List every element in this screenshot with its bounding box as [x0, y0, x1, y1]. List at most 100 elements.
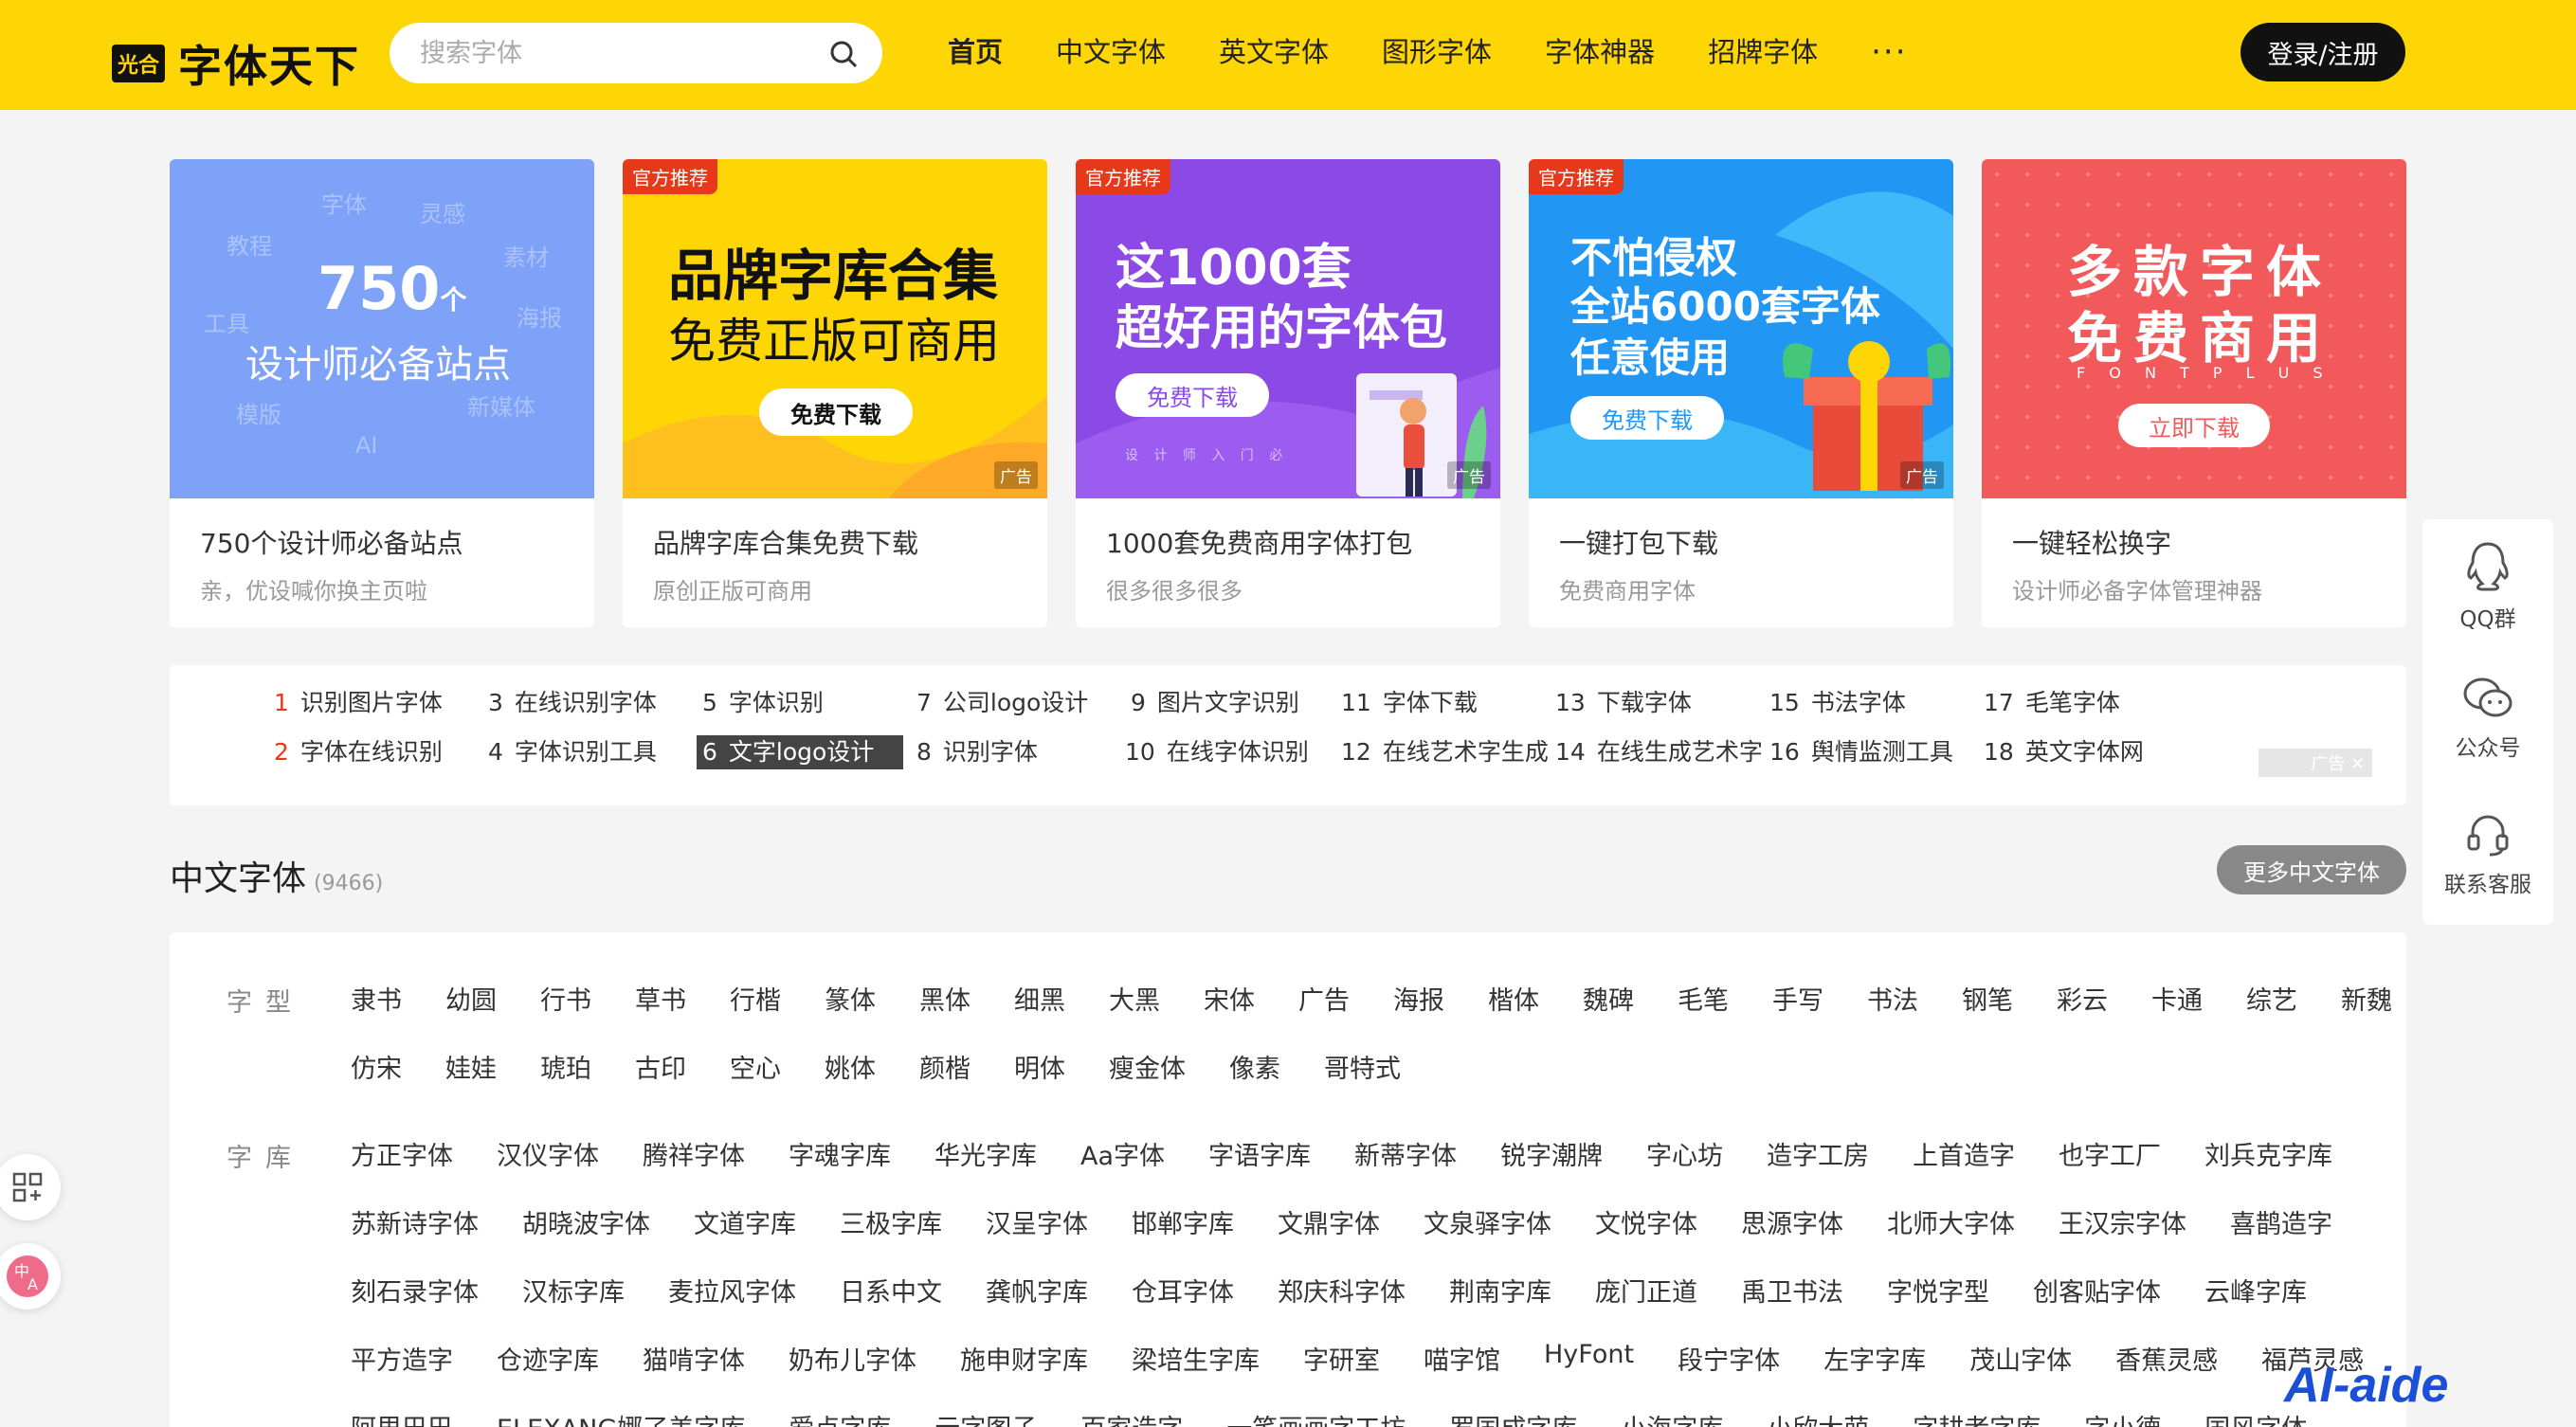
filter-option[interactable]: 苏新诗字体 — [351, 1203, 479, 1240]
filter-option[interactable]: 龚帆字库 — [986, 1272, 1088, 1309]
banner-download-button[interactable]: 免费下载 — [1570, 396, 1724, 440]
filter-option[interactable]: 上首造字 — [1913, 1135, 2015, 1172]
filter-option[interactable]: 罗国成字库 — [1449, 1408, 1577, 1427]
card-brand-fonts[interactable]: 官方推荐 品牌字库合集 免费正版可商用 免费下载 广告 品牌字库合集免费下载 原… — [623, 159, 1047, 627]
nav-graphic-fonts[interactable]: 图形字体 — [1382, 34, 1492, 70]
filter-option[interactable]: 毛笔 — [1678, 980, 1729, 1017]
filter-option[interactable]: 云峰字库 — [2204, 1272, 2307, 1309]
filter-option[interactable]: 字悦字型 — [1887, 1272, 1989, 1309]
filter-option[interactable]: 庞门正道 — [1595, 1272, 1697, 1309]
filter-option[interactable]: 阿里巴巴 — [351, 1408, 453, 1427]
hot-link[interactable]: 3 在线识别字体 — [488, 686, 657, 720]
filter-option[interactable]: 麦拉风字体 — [668, 1272, 796, 1309]
filter-option[interactable]: 书法 — [1867, 980, 1918, 1017]
filter-option[interactable]: 平方造字 — [351, 1340, 453, 1377]
filter-option[interactable]: 创客贴字体 — [2033, 1272, 2161, 1309]
filter-option[interactable]: 新蒂字体 — [1354, 1135, 1457, 1172]
card-package-download[interactable]: 官方推荐 不怕侵权 全站6000套字体 任意使用 免费下载 广告 一键打包下载 … — [1529, 159, 1953, 627]
filter-option[interactable]: 左字字库 — [1823, 1340, 1926, 1377]
filter-option[interactable]: 魏碑 — [1583, 980, 1634, 1017]
filter-option[interactable]: 字语字库 — [1208, 1135, 1311, 1172]
filter-option[interactable]: 空心 — [730, 1048, 781, 1085]
sidebar-qq-group[interactable]: QQ群 — [2422, 540, 2553, 633]
filter-option[interactable]: 禹卫书法 — [1741, 1272, 1843, 1309]
filter-option[interactable]: 篆体 — [825, 980, 876, 1017]
filter-option[interactable]: 彩云 — [2057, 980, 2108, 1017]
nav-home[interactable]: 首页 — [948, 34, 1003, 70]
banner-download-button[interactable]: 免费下载 — [759, 388, 913, 436]
filter-option[interactable]: 香蕉灵感 — [2115, 1340, 2218, 1377]
filter-option[interactable]: 刘兵克字库 — [2204, 1135, 2332, 1172]
filter-option[interactable]: 新魏 — [2341, 980, 2392, 1017]
card-1000-fonts[interactable]: 官方推荐 这1000套 超好用的字体包 免费下载 设 计 师 入 门 必 广告 … — [1076, 159, 1500, 627]
filter-option[interactable]: 茂山字体 — [1969, 1340, 2072, 1377]
filter-option[interactable]: 字研室 — [1303, 1340, 1380, 1377]
filter-option[interactable]: 像素 — [1229, 1048, 1280, 1085]
nav-more-icon[interactable]: ··· — [1871, 34, 1907, 70]
filter-option[interactable]: 颜楷 — [919, 1048, 971, 1085]
ad-close-button[interactable]: 广告 ✕ — [2259, 749, 2372, 777]
sidebar-wechat[interactable]: 公众号 — [2422, 675, 2553, 762]
filter-option[interactable]: 明体 — [1014, 1048, 1065, 1085]
filter-option[interactable]: 汉标字库 — [522, 1272, 625, 1309]
filter-option[interactable]: 行楷 — [730, 980, 781, 1017]
filter-option[interactable]: 思源字体 — [1741, 1203, 1843, 1240]
hot-link[interactable]: 2 字体在线识别 — [274, 735, 443, 769]
filter-option[interactable]: 仿宋 — [351, 1048, 402, 1085]
hot-link[interactable]: 13 下载字体 — [1555, 686, 1692, 720]
filter-option[interactable]: 梁培生字库 — [1132, 1340, 1260, 1377]
translate-button[interactable]: 中A — [0, 1243, 61, 1310]
filter-option[interactable]: 一笔画画字工坊 — [1226, 1408, 1406, 1427]
filter-option[interactable]: 日系中文 — [840, 1272, 942, 1309]
filter-option[interactable]: Aa字体 — [1080, 1135, 1165, 1172]
hot-link[interactable]: 17 毛笔字体 — [1984, 686, 2120, 720]
hot-link[interactable]: 14 在线生成艺术字 — [1555, 735, 1763, 769]
filter-option[interactable]: 隶书 — [351, 980, 402, 1017]
card-font-plus[interactable]: 多款字体 免费商用 F O N T P L U S 立即下载 一键轻松换字 设计… — [1982, 159, 2406, 627]
filter-option[interactable]: 字小德 — [2084, 1408, 2161, 1427]
hot-link[interactable]: 18 英文字体网 — [1984, 735, 2144, 769]
hot-link[interactable]: 1 识别图片字体 — [274, 686, 443, 720]
filter-option[interactable]: 王汉宗字体 — [2059, 1203, 2186, 1240]
filter-option[interactable]: 楷体 — [1488, 980, 1539, 1017]
filter-option[interactable]: 广告 — [1298, 980, 1350, 1017]
hot-link[interactable]: 4 字体识别工具 — [488, 735, 657, 769]
filter-option[interactable]: 造字工房 — [1767, 1135, 1869, 1172]
card-title[interactable]: 一键轻松换字 — [2012, 523, 2171, 561]
filter-option[interactable]: 胡晓波字体 — [522, 1203, 650, 1240]
filter-option[interactable]: HyFont — [1544, 1340, 1634, 1369]
filter-option[interactable]: 文悦字体 — [1595, 1203, 1697, 1240]
filter-option[interactable]: 北师大字体 — [1887, 1203, 2015, 1240]
filter-option[interactable]: 字心坊 — [1646, 1135, 1723, 1172]
filter-option[interactable]: 方正字体 — [351, 1135, 453, 1172]
search-icon[interactable] — [825, 36, 862, 72]
filter-option[interactable]: 刻石录字体 — [351, 1272, 479, 1309]
hot-link-selected[interactable]: 6 文字logo设计 — [697, 735, 903, 769]
filter-option[interactable]: 喜鹊造字 — [2230, 1203, 2332, 1240]
more-chinese-fonts-button[interactable]: 更多中文字体 — [2217, 845, 2406, 894]
card-title[interactable]: 品牌字库合集免费下载 — [653, 523, 918, 561]
filter-option[interactable]: 姚体 — [825, 1048, 876, 1085]
filter-option[interactable]: 猫啃字体 — [643, 1340, 745, 1377]
filter-option[interactable]: 草书 — [635, 980, 686, 1017]
hot-link[interactable]: 8 识别字体 — [916, 735, 1038, 769]
sidebar-customer-service[interactable]: 联系客服 — [2422, 809, 2553, 898]
filter-option[interactable]: 琥珀 — [540, 1048, 591, 1085]
filter-option[interactable]: 行书 — [540, 980, 591, 1017]
filter-option[interactable]: 仓耳字体 — [1132, 1272, 1234, 1309]
nav-sign-fonts[interactable]: 招牌字体 — [1708, 34, 1818, 70]
filter-option[interactable]: 细黑 — [1014, 980, 1065, 1017]
hot-link[interactable]: 5 字体识别 — [702, 686, 824, 720]
filter-option[interactable]: 也字工厂 — [2059, 1135, 2161, 1172]
hot-link[interactable]: 9 图片文字识别 — [1131, 686, 1299, 720]
filter-option[interactable]: 黑体 — [919, 980, 971, 1017]
filter-option[interactable]: 大黑 — [1109, 980, 1160, 1017]
filter-option[interactable]: 锐字潮牌 — [1500, 1135, 1603, 1172]
filter-option[interactable]: 海报 — [1393, 980, 1444, 1017]
nav-chinese-fonts[interactable]: 中文字体 — [1056, 34, 1166, 70]
filter-option[interactable]: 钢笔 — [1962, 980, 2013, 1017]
filter-option[interactable]: 宋体 — [1204, 980, 1255, 1017]
card-title[interactable]: 750个设计师必备站点 — [200, 523, 463, 561]
banner-download-button[interactable]: 免费下载 — [1116, 373, 1269, 417]
filter-option[interactable]: 字魂字库 — [789, 1135, 891, 1172]
